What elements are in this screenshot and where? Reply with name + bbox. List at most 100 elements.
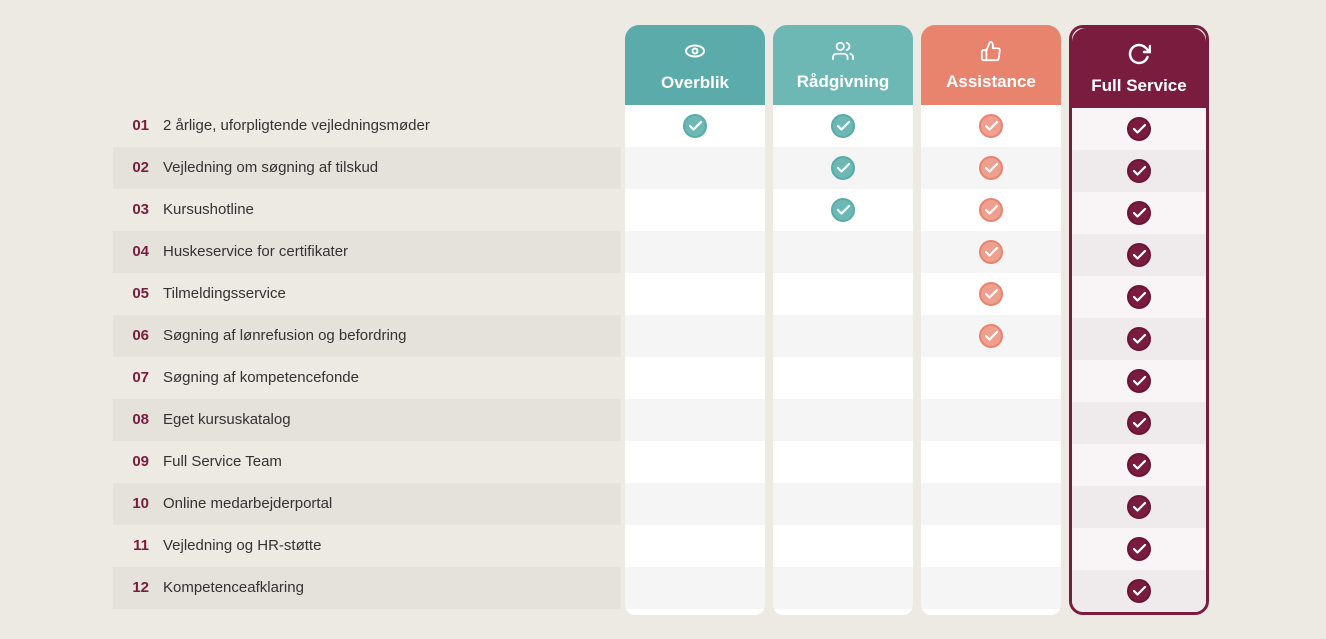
label-row: 09Full Service Team: [113, 441, 621, 483]
plan-cell: [625, 147, 765, 189]
check-icon: [1127, 327, 1151, 351]
row-text: Søgning af lønrefusion og befordring: [163, 327, 406, 344]
check-icon: [1127, 411, 1151, 435]
plan-cell: [921, 399, 1061, 441]
row-text: Huskeservice for certifikater: [163, 243, 348, 260]
plan-cell: [773, 147, 913, 189]
plan-cell: [1072, 192, 1206, 234]
plan-column-fullservice: Full Service: [1069, 25, 1209, 615]
plan-body-fullservice: [1072, 108, 1206, 612]
row-text: Kompetenceafklaring: [163, 579, 304, 596]
refresh-icon: [1127, 42, 1151, 72]
check-icon: [979, 240, 1003, 264]
plan-cell: [625, 567, 765, 609]
plan-cell: [773, 567, 913, 609]
plan-cell: [625, 189, 765, 231]
plan-name: Assistance: [946, 72, 1036, 92]
plan-body-assistance: [921, 105, 1061, 615]
plan-cell: [921, 525, 1061, 567]
comparison-container: 012 årlige, uforpligtende vejledningsmød…: [113, 5, 1213, 635]
row-number: 06: [113, 327, 149, 344]
plan-cell: [773, 483, 913, 525]
check-icon: [831, 156, 855, 180]
check-icon: [1127, 369, 1151, 393]
plan-cell: [921, 105, 1061, 147]
plan-cell: [773, 231, 913, 273]
check-icon: [1127, 243, 1151, 267]
label-row: 04 Huskeservice for certifikater: [113, 231, 621, 273]
plan-name: Full Service: [1091, 76, 1186, 96]
plan-header-assistance: Assistance: [921, 25, 1061, 105]
check-icon: [683, 114, 707, 138]
label-header-spacer: [113, 25, 621, 105]
plan-cell: [773, 399, 913, 441]
eye-icon: [683, 39, 707, 69]
plan-cell: [1072, 108, 1206, 150]
row-text: Kursushotline: [163, 201, 254, 218]
row-number: 01: [113, 117, 149, 134]
row-number: 04: [113, 243, 149, 260]
check-icon: [1127, 201, 1151, 225]
plan-cell: [921, 567, 1061, 609]
plan-header-overblik: Overblik: [625, 25, 765, 105]
row-number: 05: [113, 285, 149, 302]
row-text: Søgning af kompetencefonde: [163, 369, 359, 386]
check-icon: [979, 198, 1003, 222]
row-number: 11: [113, 537, 149, 554]
check-icon: [979, 282, 1003, 306]
labels-column: 012 årlige, uforpligtende vejledningsmød…: [113, 25, 621, 615]
check-icon: [1127, 159, 1151, 183]
plan-cell: [625, 441, 765, 483]
plan-cell: [625, 231, 765, 273]
plan-cell: [921, 147, 1061, 189]
plan-cell: [921, 189, 1061, 231]
plan-name: Overblik: [661, 73, 729, 93]
row-text: Full Service Team: [163, 453, 282, 470]
row-text: Tilmeldingsservice: [163, 285, 286, 302]
plan-body-overblik: [625, 105, 765, 615]
plan-cell: [625, 105, 765, 147]
row-text: Vejledning og HR-støtte: [163, 537, 321, 554]
plan-column-assistance: Assistance: [921, 25, 1061, 615]
label-row: 12Kompetenceafklaring: [113, 567, 621, 609]
check-icon: [979, 156, 1003, 180]
check-icon: [979, 324, 1003, 348]
row-text: Online medarbejderportal: [163, 495, 332, 512]
label-row: 07 Søgning af kompetencefonde: [113, 357, 621, 399]
plan-cell: [773, 273, 913, 315]
plan-cell: [1072, 444, 1206, 486]
label-row: 05 Tilmeldingsservice: [113, 273, 621, 315]
label-row: 02Vejledning om søgning af tilskud: [113, 147, 621, 189]
plan-name: Rådgivning: [797, 72, 890, 92]
row-number: 03: [113, 201, 149, 218]
plan-cell: [921, 357, 1061, 399]
plan-cell: [773, 105, 913, 147]
label-row: 06 Søgning af lønrefusion og befordring: [113, 315, 621, 357]
plan-cell: [773, 441, 913, 483]
plan-column-overblik: Overblik: [625, 25, 765, 615]
plan-cell: [625, 483, 765, 525]
check-icon: [1127, 117, 1151, 141]
row-number: 02: [113, 159, 149, 176]
plan-cell: [1072, 486, 1206, 528]
plan-cell: [773, 525, 913, 567]
check-icon: [979, 114, 1003, 138]
check-icon: [1127, 579, 1151, 603]
plan-cell: [1072, 318, 1206, 360]
plan-cell: [921, 315, 1061, 357]
person-icon: [832, 40, 854, 68]
row-number: 07: [113, 369, 149, 386]
plan-header-fullservice: Full Service: [1072, 28, 1206, 108]
comparison-table: 012 årlige, uforpligtende vejledningsmød…: [113, 25, 1213, 615]
label-row: 10Online medarbejderportal: [113, 483, 621, 525]
plan-cell: [921, 231, 1061, 273]
plan-cell: [921, 273, 1061, 315]
plan-cell: [625, 357, 765, 399]
plan-cell: [773, 315, 913, 357]
plan-cell: [1072, 150, 1206, 192]
plan-cell: [625, 273, 765, 315]
plan-cell: [1072, 276, 1206, 318]
plan-cell: [1072, 234, 1206, 276]
label-row: 012 årlige, uforpligtende vejledningsmød…: [113, 105, 621, 147]
check-icon: [1127, 453, 1151, 477]
